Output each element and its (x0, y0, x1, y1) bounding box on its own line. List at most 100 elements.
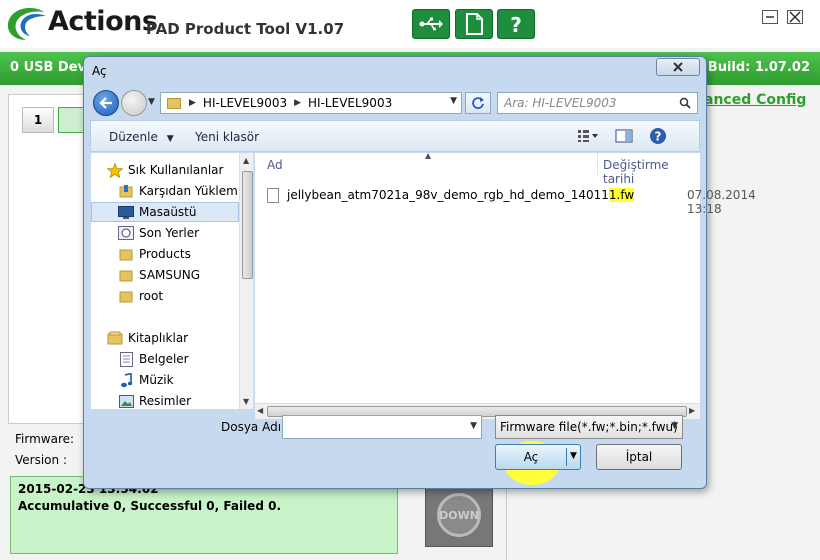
scroll-down-icon[interactable]: ▼ (243, 397, 249, 406)
scroll-right-icon[interactable]: ▶ (689, 406, 695, 415)
close-app-button[interactable] (787, 10, 803, 24)
library-icon (107, 331, 123, 345)
chevron-down-icon[interactable]: ▼ (570, 451, 577, 461)
file-name-extension: 1.fw (608, 188, 635, 202)
scroll-left-icon[interactable]: ◀ (257, 406, 263, 415)
nav-item-label: Resimler (139, 394, 192, 408)
search-placeholder: Ara: HI-LEVEL9003 (504, 96, 617, 110)
column-header-modified[interactable]: Değiştirme tarihi (603, 153, 700, 186)
chevron-down-icon[interactable]: ▼ (450, 96, 457, 106)
nav-item-recent[interactable]: Son Yerler (118, 223, 253, 243)
nav-item-root[interactable]: root (118, 286, 253, 306)
minimize-icon (766, 16, 774, 18)
open-button-label: Aç (523, 450, 539, 464)
download-button[interactable]: DOWN (425, 483, 493, 547)
new-folder-button[interactable]: Yeni klasör (195, 130, 259, 144)
file-name: jellybean_atm7021a_98v_demo_rgb_hd_demo_… (287, 188, 635, 202)
help-icon: ? (650, 128, 666, 144)
nav-item-label: root (139, 289, 164, 303)
back-button[interactable] (93, 90, 119, 116)
nav-item-label: Sık Kullanılanlar (128, 163, 224, 177)
nav-item-pictures[interactable]: Resimler (118, 391, 253, 409)
history-dropdown-icon[interactable]: ▼ (148, 97, 160, 109)
view-options-button[interactable] (577, 127, 599, 145)
file-name-main: jellybean_atm7021a_98v_demo_rgb_hd_demo_… (287, 188, 609, 202)
scroll-up-icon[interactable]: ▲ (243, 156, 249, 165)
actions-logo-icon (7, 8, 46, 40)
recent-places-icon (118, 226, 134, 240)
refresh-icon (472, 97, 484, 109)
nav-item-desktop[interactable]: Masaüstü (91, 202, 239, 222)
preview-pane-button[interactable] (613, 127, 635, 145)
minimize-button[interactable] (762, 10, 778, 24)
nav-item-label: Son Yerler (139, 226, 200, 240)
breadcrumb-segment[interactable]: HI-LEVEL9003 (203, 96, 287, 110)
nav-item-documents[interactable]: Belgeler (118, 349, 253, 369)
scrollbar-thumb[interactable] (242, 171, 253, 279)
open-file-dialog: Aç ▼ ▶ HI-LEVEL9003 ▶ HI-LEVEL9003 ▼ Ara… (83, 56, 756, 489)
nav-item-samsung[interactable]: SAMSUNG (118, 265, 253, 285)
file-row[interactable]: jellybean_atm7021a_98v_demo_rgb_hd_demo_… (267, 185, 697, 205)
file-type-select[interactable]: Firmware file(*.fw;*.bin;*.fwu) ▼ (495, 415, 683, 439)
file-list: Ad ▲ Değiştirme tarihi jellybean_atm7021… (255, 151, 756, 403)
cancel-button[interactable]: İptal (596, 444, 682, 470)
help-button[interactable]: ? (497, 9, 535, 39)
build-version: Build: 1.07.02 (707, 60, 810, 75)
split-divider (566, 448, 567, 466)
search-icon[interactable] (679, 97, 691, 109)
pictures-icon (118, 394, 134, 408)
app-header: Actions PAD Product Tool V1.07 ? (0, 0, 820, 48)
preview-pane-icon (615, 129, 633, 143)
version-label: Version : (15, 453, 67, 467)
organize-button[interactable]: Düzenle ▼ (109, 130, 174, 144)
close-icon (789, 11, 801, 23)
nav-item-label: SAMSUNG (139, 268, 201, 282)
music-icon (118, 372, 134, 387)
usb-device-status: 0 USB Devi (10, 60, 91, 75)
svg-text:?: ? (510, 13, 522, 35)
question-mark-icon: ? (510, 13, 522, 35)
nav-item-label: Kitaplıklar (128, 331, 189, 345)
nav-item-music[interactable]: Müzik (118, 370, 253, 390)
app-title: PAD Product Tool V1.07 (146, 20, 345, 38)
help-button[interactable]: ? (647, 127, 669, 145)
open-button[interactable]: Aç ▼ (495, 444, 581, 470)
chevron-down-icon: ▼ (166, 134, 174, 144)
folder-download-icon (118, 184, 134, 198)
refresh-button[interactable] (465, 92, 491, 114)
dialog-close-button[interactable] (656, 58, 700, 76)
chevron-down-icon[interactable]: ▼ (470, 421, 477, 431)
nav-item-label: Karşıdan Yüklem (139, 184, 238, 198)
filename-label: Dosya Adı: (221, 420, 286, 434)
breadcrumb-segment[interactable]: HI-LEVEL9003 (308, 96, 392, 110)
svg-text:?: ? (655, 130, 662, 144)
file-button[interactable] (455, 9, 493, 39)
search-input[interactable]: Ara: HI-LEVEL9003 (497, 92, 698, 114)
chevron-right-icon[interactable]: ▶ (189, 98, 196, 108)
column-header-name[interactable]: Ad (267, 153, 283, 175)
actions-logo: Actions (4, 6, 158, 42)
documents-icon (118, 351, 134, 367)
chevron-right-icon[interactable]: ▶ (294, 98, 301, 108)
nav-vertical-scrollbar[interactable]: ▲ ▼ (239, 153, 253, 409)
nav-item-label: Masaüstü (139, 205, 197, 219)
address-bar[interactable]: ▶ HI-LEVEL9003 ▶ HI-LEVEL9003 ▼ (160, 92, 462, 114)
forward-button[interactable] (121, 90, 147, 116)
filename-input[interactable]: ▼ (282, 415, 482, 439)
column-divider[interactable] (597, 153, 598, 175)
nav-favorites[interactable]: Sık Kullanılanlar (107, 160, 253, 180)
desktop-icon (118, 205, 134, 219)
nav-item-label: Belgeler (139, 352, 189, 366)
download-button-label: DOWN (437, 493, 481, 537)
nav-item-label: Products (139, 247, 191, 261)
nav-libraries[interactable]: Kitaplıklar (107, 328, 253, 348)
nav-item-downloads[interactable]: Karşıdan Yüklem (118, 181, 253, 201)
usb-button[interactable] (412, 9, 450, 39)
log-line: Accumulative 0, Successful 0, Failed 0. (18, 499, 281, 513)
device-slot-indicator (58, 107, 86, 133)
chevron-down-icon: ▼ (671, 421, 678, 431)
advanced-config-link[interactable]: anced Config (704, 92, 806, 108)
device-tab-1[interactable]: 1 (22, 107, 54, 133)
folder-icon (118, 247, 134, 261)
nav-item-products[interactable]: Products (118, 244, 253, 264)
